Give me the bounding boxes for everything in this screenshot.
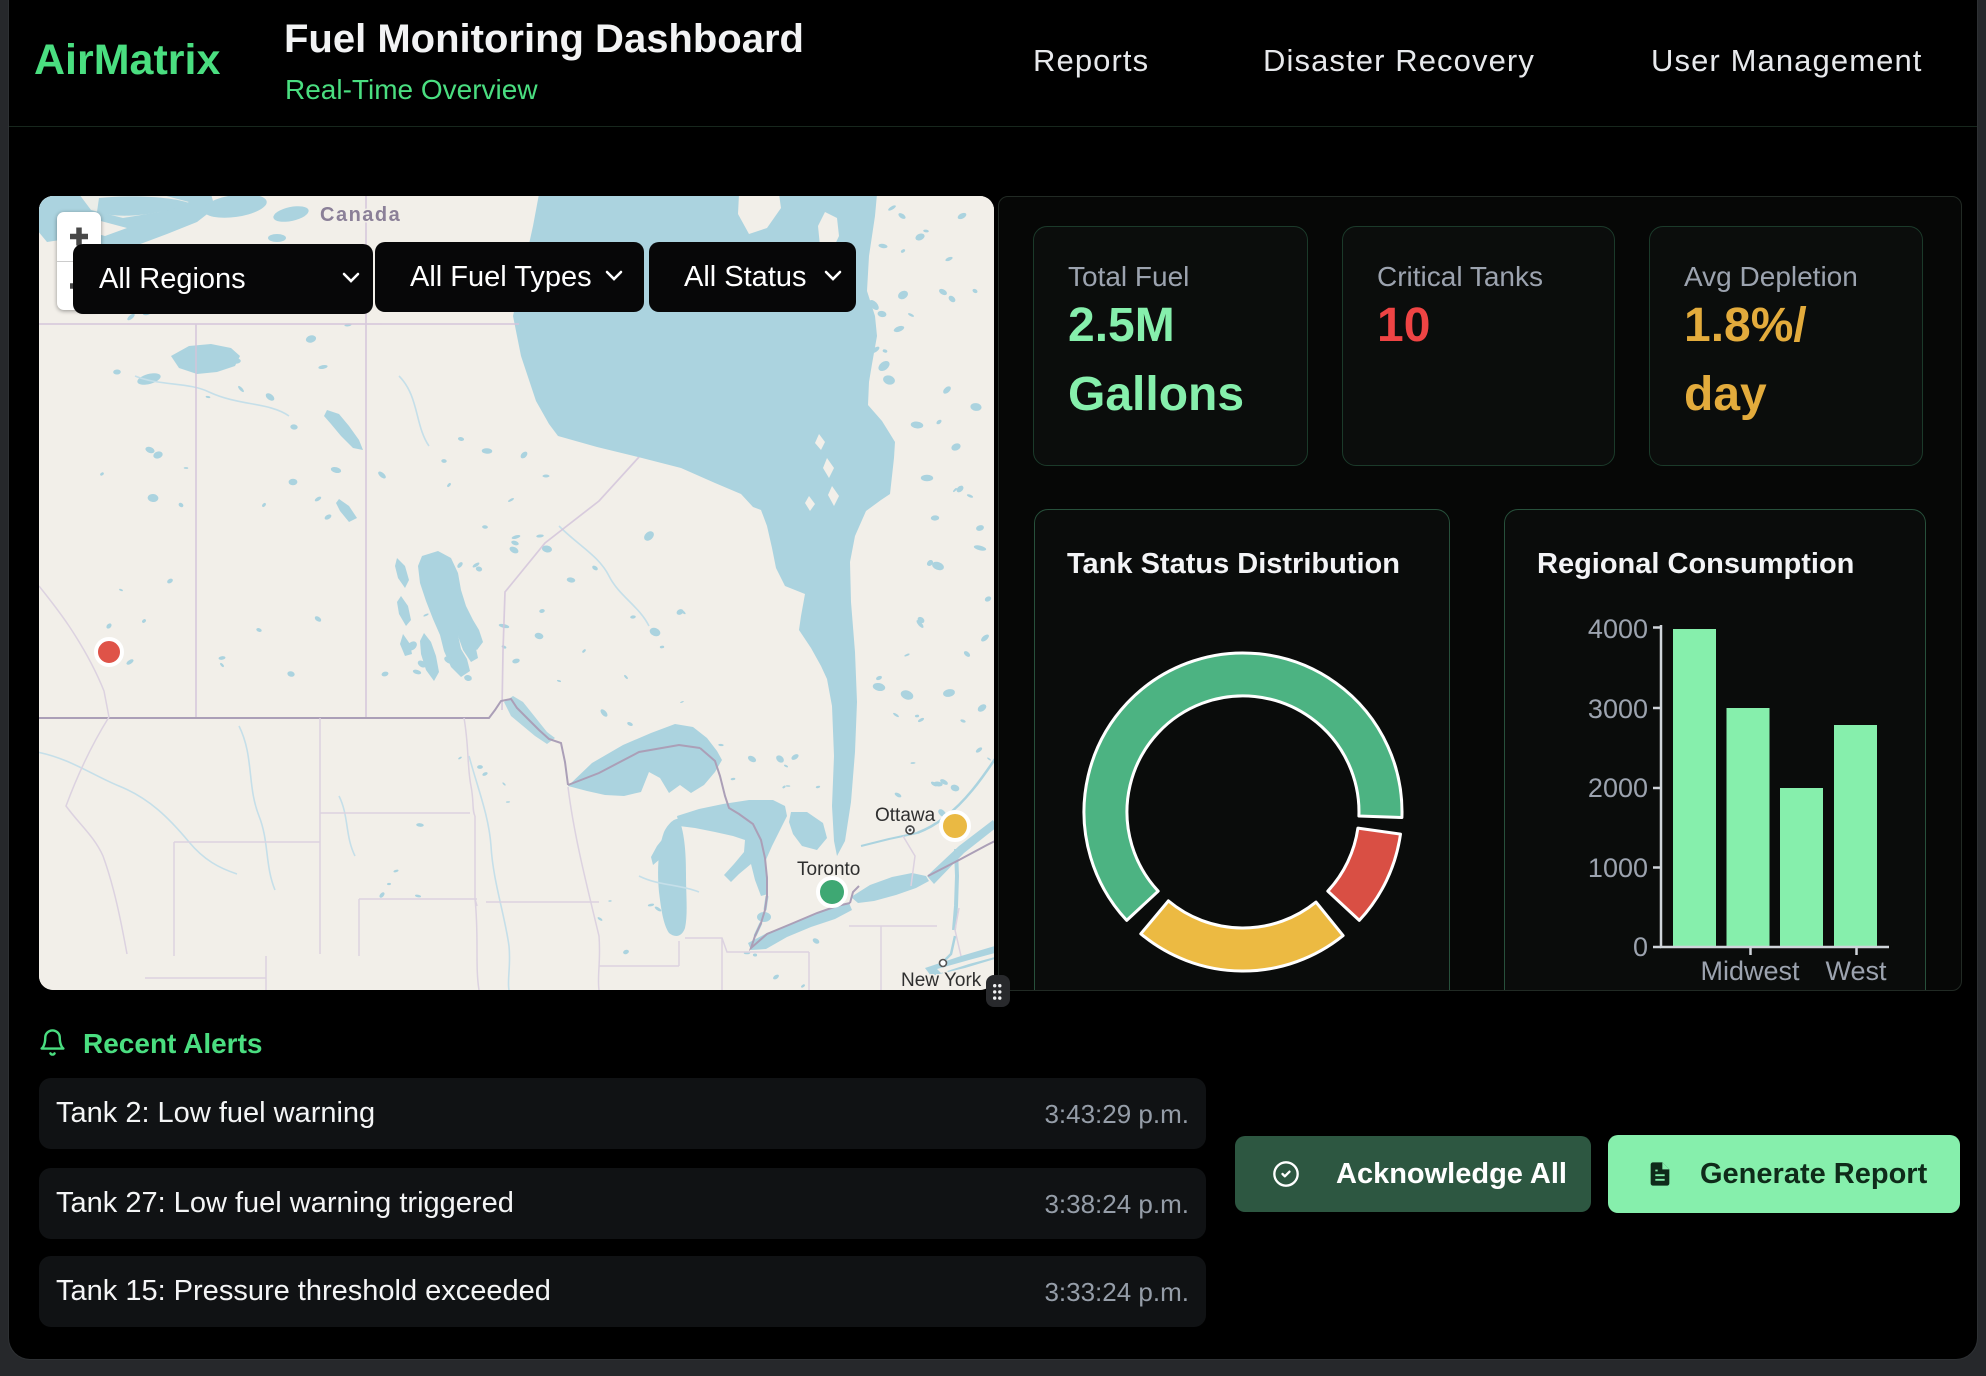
svg-text:1000: 1000 — [1588, 853, 1648, 883]
svg-text:Midwest: Midwest — [1700, 956, 1800, 986]
svg-text:4000: 4000 — [1588, 614, 1648, 644]
svg-text:2000: 2000 — [1588, 773, 1648, 803]
svg-text:0: 0 — [1633, 932, 1648, 962]
svg-text:West: West — [1825, 956, 1887, 986]
svg-text:3000: 3000 — [1588, 694, 1648, 724]
svg-text:New York: New York — [901, 970, 982, 990]
svg-text:Ottawa: Ottawa — [875, 805, 936, 826]
svg-text:Canada: Canada — [320, 204, 401, 226]
